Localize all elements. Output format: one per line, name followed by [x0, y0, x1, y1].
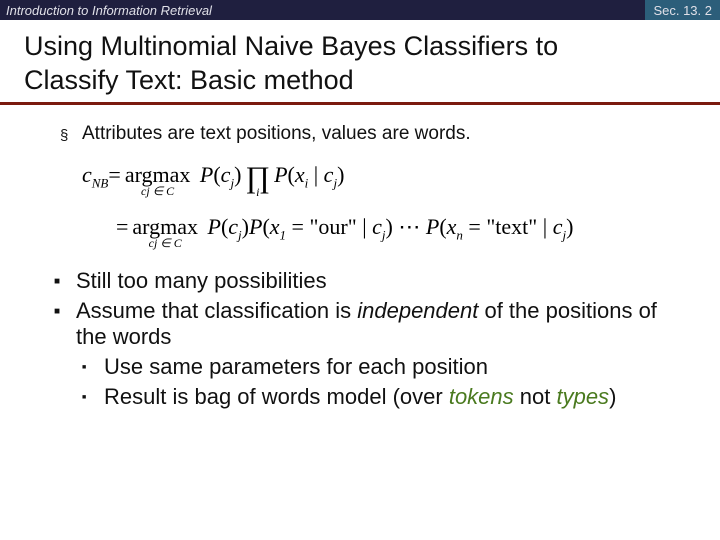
- bullet-attributes: § Attributes are text positions, values …: [60, 123, 684, 145]
- sub-bullet-bag-of-words: ■ Result is bag of words model (over tok…: [60, 384, 684, 410]
- square-bullet-icon: ■: [82, 394, 104, 401]
- bullet-still-many: ■ Still too many possibilities: [60, 268, 684, 294]
- formula-block: cNB = argmax cj ∈ C P(cj) ∏ i P(xi | cj)…: [82, 163, 684, 251]
- square-bullet-icon: ■: [54, 276, 76, 287]
- header-section: Sec. 13. 2: [645, 0, 720, 20]
- product-symbol: ∏ i: [245, 161, 270, 199]
- header-left: Introduction to Information Retrieval: [6, 3, 212, 18]
- title-line-1: Using Multinomial Naive Bayes Classifier…: [24, 30, 696, 64]
- bullet-text: Attributes are text positions, values ar…: [82, 123, 471, 145]
- slide-header: Introduction to Information Retrieval Se…: [0, 0, 720, 20]
- argmax-2: argmax cj ∈ C: [132, 215, 198, 250]
- sub-bullet-same-params: ■ Use same parameters for each position: [60, 354, 684, 380]
- square-bullet-icon: ■: [82, 364, 104, 371]
- argmax-1: argmax cj ∈ C: [125, 163, 191, 198]
- bullet-icon: §: [60, 127, 82, 144]
- lower-bullets: ■ Still too many possibilities ■ Assume …: [60, 268, 684, 410]
- square-bullet-icon: ■: [54, 306, 76, 317]
- sub-bullets: ■ Use same parameters for each position …: [60, 354, 684, 410]
- formula-line-2: = argmax cj ∈ C P(cj)P(x1 = "our" | cj) …: [116, 215, 684, 250]
- slide-title: Using Multinomial Naive Bayes Classifier…: [0, 20, 720, 102]
- bullet-independent: ■ Assume that classification is independ…: [60, 298, 684, 350]
- slide-content: § Attributes are text positions, values …: [0, 105, 720, 411]
- title-line-2: Classify Text: Basic method: [24, 64, 696, 98]
- formula-line-1: cNB = argmax cj ∈ C P(cj) ∏ i P(xi | cj): [82, 163, 684, 201]
